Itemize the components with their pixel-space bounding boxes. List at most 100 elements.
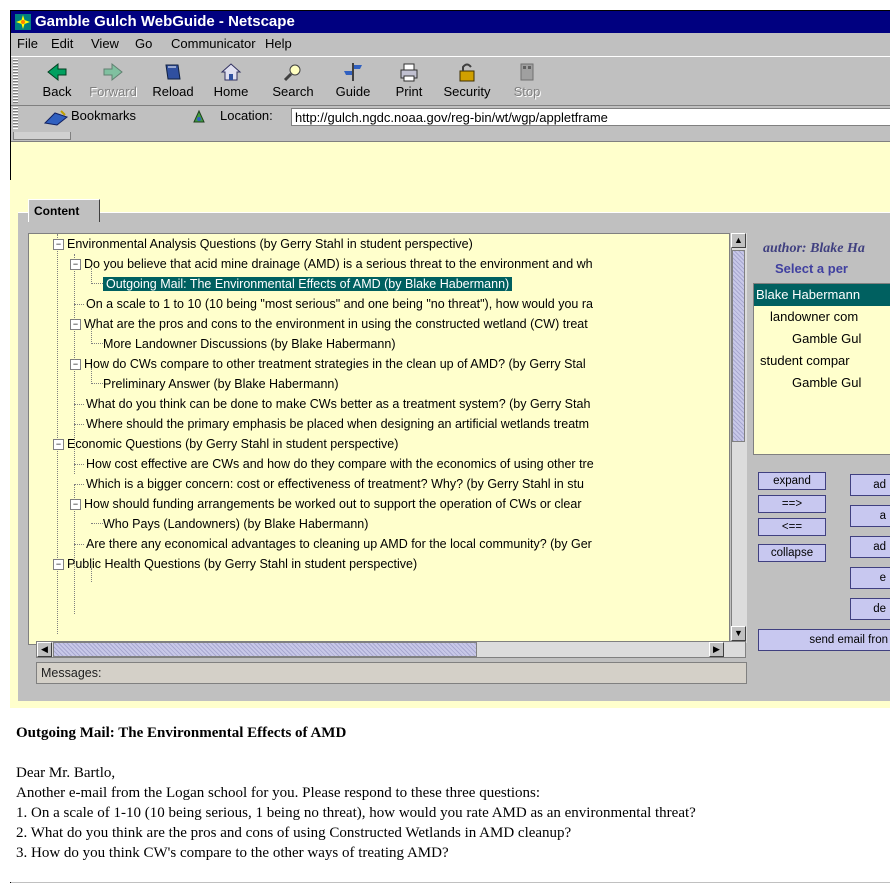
tree-branch-line [74,484,84,485]
tree-node[interactable]: − How do CWs compare to other treatment s… [68,354,586,374]
navigation-toolbar: Back Forward Reload Home Search Guide Pr… [11,56,890,106]
forward-button[interactable]: Forward [83,59,143,103]
collapse-toggle[interactable]: − [53,559,64,570]
tree-node-label[interactable]: Are there any economical advantages to c… [86,537,592,551]
collapsed-toolbar-tab[interactable] [13,132,71,140]
stop-button[interactable]: Stop [497,59,557,103]
collapse-toggle[interactable]: − [70,359,81,370]
tree-node[interactable]: Which is a bigger concern: cost or effec… [86,474,584,494]
tree-node-label[interactable]: How cost effective are CWs and how do th… [86,457,594,471]
tree-node[interactable]: Are there any economical advantages to c… [86,534,592,554]
tree-node-label[interactable]: Economic Questions (by Gerry Stahl in st… [67,437,398,451]
select-perspective-label: Select a per [775,261,848,276]
collapse-toggle[interactable]: − [70,319,81,330]
tree-node-label[interactable]: Do you believe that acid mine drainage (… [84,257,593,271]
tree-node[interactable]: On a scale to 1 to 10 (10 being "most se… [86,294,593,314]
tree-node-label[interactable]: Environmental Analysis Questions (by Ger… [67,237,473,251]
collapse-toggle[interactable]: − [70,259,81,270]
security-button[interactable]: Security [437,59,497,103]
url-input[interactable]: http://gulch.ngdc.noaa.gov/reg-bin/wt/wg… [291,108,890,126]
move-right-button[interactable]: ==> [758,495,826,513]
collapse-toggle[interactable]: − [53,239,64,250]
menu-file[interactable]: File [17,33,38,55]
tree-node-label[interactable]: Public Health Questions (by Gerry Stahl … [67,557,417,571]
perspective-item[interactable]: Gamble Gul [792,372,861,394]
send-email-button[interactable]: send email fron [758,629,890,651]
tree-node[interactable]: − How should funding arrangements be work… [68,494,582,514]
tree-node-label[interactable]: What are the pros and cons to the enviro… [84,317,588,331]
perspective-list[interactable]: Blake Habermann landowner com Gamble Gul… [753,283,890,455]
tab-content[interactable]: Content [28,199,100,222]
action-button-3[interactable]: ad [850,536,890,558]
document-line: 3. How do you think CW's compare to the … [16,845,449,861]
tree-node-label[interactable]: More Landowner Discussions (by Blake Hab… [103,337,396,351]
collapsed-toolbar-strip [11,132,890,140]
perspective-item[interactable]: student compar [760,350,850,372]
menu-edit[interactable]: Edit [51,33,73,55]
horizontal-scroll-thumb[interactable] [53,642,477,657]
menu-go[interactable]: Go [135,33,152,55]
tree-node-label[interactable]: Who Pays (Landowners) (by Blake Haberman… [103,517,368,531]
menu-help[interactable]: Help [265,33,292,55]
expand-button[interactable]: expand [758,472,826,490]
tree-node-selected[interactable]: Outgoing Mail: The Environmental Effects… [103,274,513,294]
collapse-toggle[interactable]: − [70,499,81,510]
tree-node[interactable]: Preliminary Answer (by Blake Habermann) [103,374,339,394]
tree-node[interactable]: − Economic Questions (by Gerry Stahl in s… [51,434,398,454]
tree-node[interactable]: − Public Health Questions (by Gerry Stahl… [51,554,417,574]
tree-node-label[interactable]: Which is a bigger concern: cost or effec… [86,477,584,491]
tree-node-label[interactable]: On a scale to 1 to 10 (10 being "most se… [86,297,593,311]
document-line: 2. What do you think are the pros and co… [16,825,572,841]
toolbar-grip[interactable] [13,59,18,103]
scroll-right-arrow-icon[interactable]: ▶ [709,642,724,657]
collapse-toggle[interactable]: − [53,439,64,450]
search-button[interactable]: Search [263,59,323,103]
perspective-item[interactable]: Blake Habermann [754,284,890,306]
tree-node[interactable]: − What are the pros and cons to the envir… [68,314,588,334]
tree-node-label[interactable]: How should funding arrangements be worke… [84,497,582,511]
tree-node-label[interactable]: Outgoing Mail: The Environmental Effects… [103,277,513,291]
tree-node-label[interactable]: What do you think can be done to make CW… [86,397,590,411]
tree-node[interactable]: More Landowner Discussions (by Blake Hab… [103,334,396,354]
scroll-left-arrow-icon[interactable]: ◀ [37,642,52,657]
home-button[interactable]: Home [201,59,261,103]
scroll-up-arrow-icon[interactable]: ▲ [731,233,746,248]
author-label: author: Blake Ha [763,241,865,256]
tree-node[interactable]: How cost effective are CWs and how do th… [86,454,594,474]
tree-branch-line [91,283,103,284]
vertical-scroll-thumb[interactable] [732,250,745,442]
action-button-1[interactable]: ad [850,474,890,496]
search-icon [283,64,301,82]
reload-button[interactable]: Reload [143,59,203,103]
print-icon [400,63,418,82]
tree-node[interactable]: − Environmental Analysis Questions (by Ge… [51,234,473,254]
perspective-item[interactable]: landowner com [770,306,858,328]
tree-node-label[interactable]: Preliminary Answer (by Blake Habermann) [103,377,339,391]
print-button[interactable]: Print [379,59,439,103]
tree-branch-line [91,523,103,524]
tree-node[interactable]: Who Pays (Landowners) (by Blake Haberman… [103,514,368,534]
forward-label: Forward [89,84,137,99]
tree-node[interactable]: What do you think can be done to make CW… [86,394,590,414]
collapse-button[interactable]: collapse [758,544,826,562]
location-grip[interactable] [13,107,18,129]
tree-branch-line [74,404,84,405]
back-label: Back [42,84,72,99]
page-proxy-icon[interactable] [191,109,207,125]
scroll-down-arrow-icon[interactable]: ▼ [731,626,746,641]
menu-communicator[interactable]: Communicator [171,33,256,55]
tree-node-label[interactable]: How do CWs compare to other treatment st… [84,357,586,371]
menu-view[interactable]: View [91,33,119,55]
move-left-button[interactable]: <== [758,518,826,536]
action-button-2[interactable]: a [850,505,890,527]
tree-node[interactable]: Where should the primary emphasis be pla… [86,414,589,434]
tree-node[interactable]: − Do you believe that acid mine drainage … [68,254,593,274]
bookmarks-icon [43,110,69,126]
bookmarks-button[interactable]: Bookmarks [71,105,136,127]
guide-button[interactable]: Guide [323,59,383,103]
action-button-5[interactable]: de [850,598,890,620]
action-button-4[interactable]: e [850,567,890,589]
tree-node-label[interactable]: Where should the primary emphasis be pla… [86,417,589,431]
back-button[interactable]: Back [27,59,87,103]
perspective-item[interactable]: Gamble Gul [792,328,861,350]
